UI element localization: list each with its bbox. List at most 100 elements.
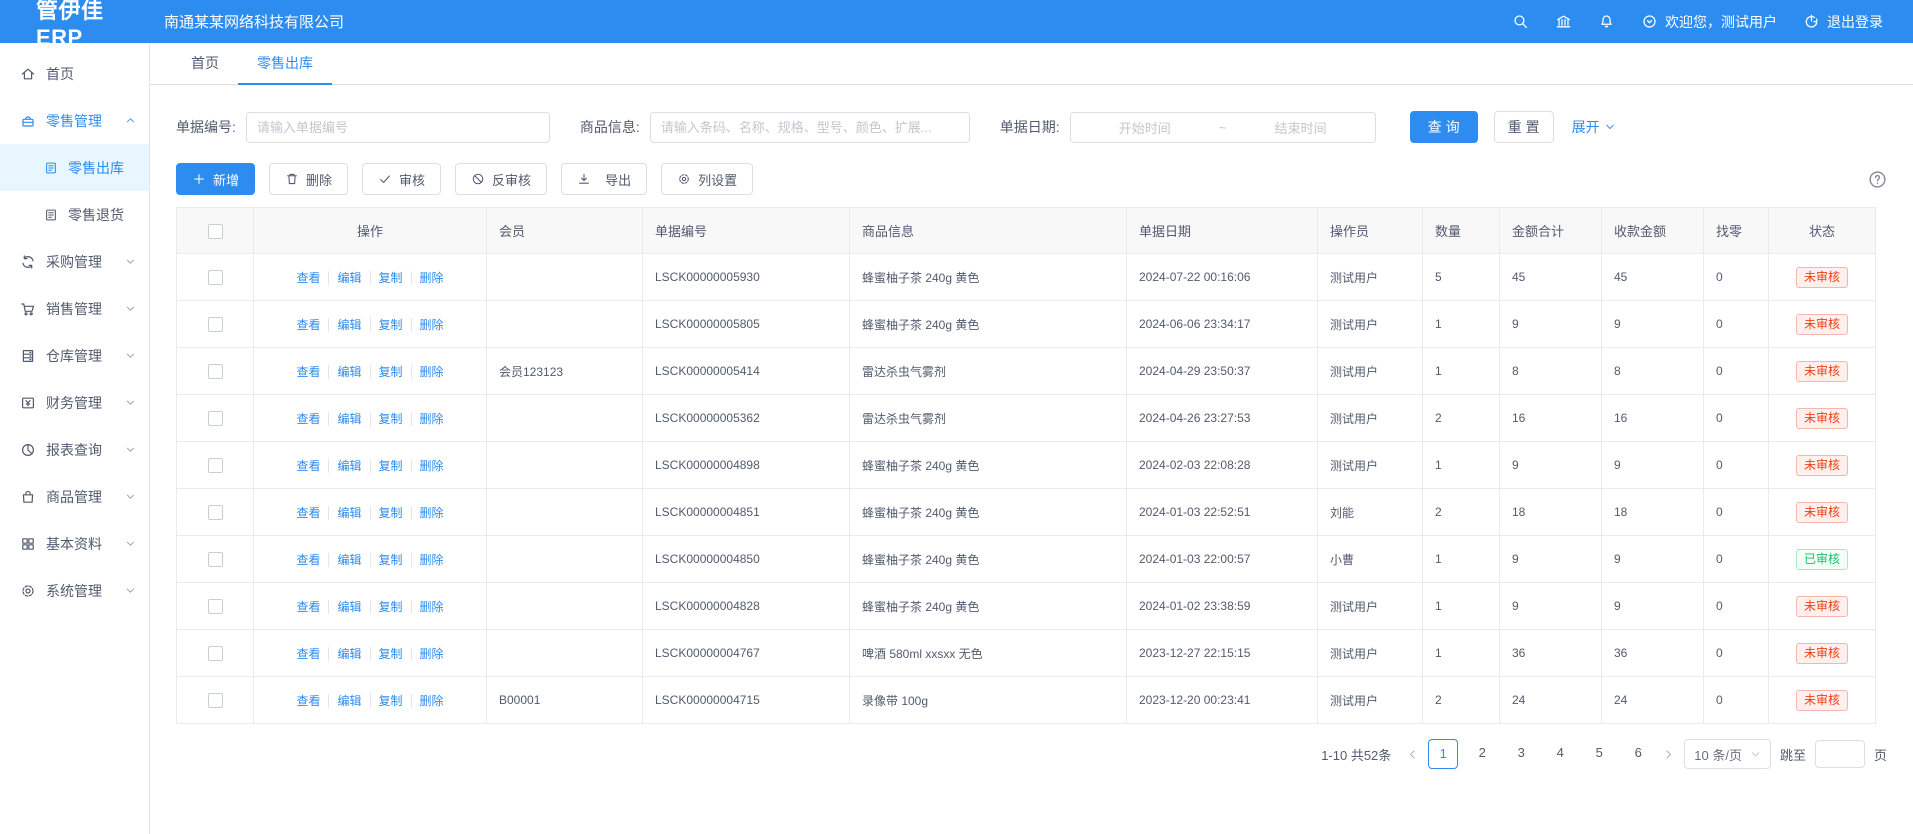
row-actions: 查看编辑复制删除	[254, 301, 487, 348]
delete-link[interactable]: 删除	[411, 365, 452, 379]
delete-link[interactable]: 删除	[411, 412, 452, 426]
search-icon[interactable]	[1512, 13, 1529, 30]
page-button[interactable]: 5	[1584, 739, 1614, 769]
copy-link[interactable]: 复制	[370, 553, 411, 567]
export-button[interactable]: 导出	[561, 163, 647, 195]
bank-icon[interactable]	[1555, 13, 1572, 30]
page-button[interactable]: 2	[1467, 739, 1497, 769]
row-checkbox[interactable]	[208, 270, 223, 285]
view-link[interactable]: 查看	[288, 271, 328, 285]
sidebar-item-report-query[interactable]: 报表查询	[0, 426, 149, 473]
delete-link[interactable]: 删除	[411, 647, 452, 661]
view-link[interactable]: 查看	[288, 459, 328, 473]
copy-link[interactable]: 复制	[370, 506, 411, 520]
edit-link[interactable]: 编辑	[328, 647, 369, 661]
row-checkbox[interactable]	[208, 552, 223, 567]
cell-paid: 9	[1602, 536, 1704, 583]
delete-link[interactable]: 删除	[411, 553, 452, 567]
sidebar-item-system-mgmt[interactable]: 系统管理	[0, 567, 149, 614]
edit-link[interactable]: 编辑	[328, 412, 369, 426]
user-menu[interactable]: 欢迎您，测试用户	[1641, 12, 1777, 32]
add-button[interactable]: 新增	[176, 163, 255, 195]
date-range-picker[interactable]: 开始时间 ~ 结束时间	[1070, 112, 1376, 143]
delete-link[interactable]: 删除	[411, 694, 452, 708]
row-checkbox[interactable]	[208, 505, 223, 520]
sidebar-item-retail-mgmt[interactable]: 零售管理	[0, 97, 149, 144]
delete-link[interactable]: 删除	[411, 271, 452, 285]
view-link[interactable]: 查看	[288, 318, 328, 332]
order-no-input[interactable]	[246, 112, 550, 143]
edit-link[interactable]: 编辑	[328, 365, 369, 379]
jump-page-input[interactable]	[1815, 740, 1865, 768]
copy-link[interactable]: 复制	[370, 412, 411, 426]
audit-button[interactable]: 审核	[362, 163, 441, 195]
sidebar-item-warehouse-mgmt[interactable]: 仓库管理	[0, 332, 149, 379]
delete-link[interactable]: 删除	[411, 506, 452, 520]
cell-amount: 9	[1500, 442, 1602, 489]
copy-link[interactable]: 复制	[370, 694, 411, 708]
page-button[interactable]: 4	[1545, 739, 1575, 769]
row-actions: 查看编辑复制删除	[254, 630, 487, 677]
sidebar-item-home[interactable]: 首页	[0, 50, 149, 97]
view-link[interactable]: 查看	[288, 412, 328, 426]
sidebar-item-sales-mgmt[interactable]: 销售管理	[0, 285, 149, 332]
product-info-input[interactable]	[650, 112, 970, 143]
edit-link[interactable]: 编辑	[328, 694, 369, 708]
status-badge: 未审核	[1796, 267, 1848, 288]
bell-icon[interactable]	[1598, 13, 1615, 30]
copy-link[interactable]: 复制	[370, 271, 411, 285]
view-link[interactable]: 查看	[288, 694, 328, 708]
column-settings-button[interactable]: 列设置	[661, 163, 753, 195]
copy-link[interactable]: 复制	[370, 647, 411, 661]
help-icon[interactable]	[1868, 170, 1887, 189]
search-button[interactable]: 查询	[1410, 111, 1478, 143]
page-button[interactable]: 3	[1506, 739, 1536, 769]
edit-link[interactable]: 编辑	[328, 506, 369, 520]
row-checkbox[interactable]	[208, 411, 223, 426]
view-link[interactable]: 查看	[288, 600, 328, 614]
delete-button[interactable]: 删除	[269, 163, 348, 195]
edit-link[interactable]: 编辑	[328, 553, 369, 567]
sidebar-item-finance-mgmt[interactable]: 财务管理	[0, 379, 149, 426]
unaudit-button[interactable]: 反审核	[455, 163, 547, 195]
row-checkbox[interactable]	[208, 458, 223, 473]
row-checkbox[interactable]	[208, 693, 223, 708]
row-actions: 查看编辑复制删除	[254, 536, 487, 583]
prev-page-icon[interactable]	[1406, 748, 1419, 761]
delete-link[interactable]: 删除	[411, 600, 452, 614]
view-link[interactable]: 查看	[288, 365, 328, 379]
copy-link[interactable]: 复制	[370, 318, 411, 332]
page-button[interactable]: 6	[1623, 739, 1653, 769]
tab-home[interactable]: 首页	[172, 43, 238, 85]
row-checkbox[interactable]	[208, 599, 223, 614]
edit-link[interactable]: 编辑	[328, 600, 369, 614]
sidebar-item-basic-data[interactable]: 基本资料	[0, 520, 149, 567]
logout-label: 退出登录	[1827, 12, 1883, 32]
expand-link[interactable]: 展开	[1572, 117, 1616, 137]
logout-button[interactable]: 退出登录	[1803, 12, 1883, 32]
edit-link[interactable]: 编辑	[328, 459, 369, 473]
sidebar-item-purchase-mgmt[interactable]: 采购管理	[0, 238, 149, 285]
row-checkbox[interactable]	[208, 317, 223, 332]
delete-link[interactable]: 删除	[411, 318, 452, 332]
sidebar-item-product-mgmt[interactable]: 商品管理	[0, 473, 149, 520]
delete-link[interactable]: 删除	[411, 459, 452, 473]
edit-link[interactable]: 编辑	[328, 318, 369, 332]
sidebar-item-retail-outbound[interactable]: 零售出库	[0, 144, 149, 191]
row-checkbox[interactable]	[208, 364, 223, 379]
next-page-icon[interactable]	[1662, 748, 1675, 761]
reset-button[interactable]: 重置	[1494, 111, 1554, 143]
copy-link[interactable]: 复制	[370, 365, 411, 379]
copy-link[interactable]: 复制	[370, 459, 411, 473]
view-link[interactable]: 查看	[288, 553, 328, 567]
tab-retail-outbound[interactable]: 零售出库	[238, 43, 332, 85]
view-link[interactable]: 查看	[288, 647, 328, 661]
page-size-select[interactable]: 10 条/页	[1684, 739, 1771, 769]
edit-link[interactable]: 编辑	[328, 271, 369, 285]
row-checkbox[interactable]	[208, 646, 223, 661]
select-all-checkbox[interactable]	[208, 224, 223, 239]
view-link[interactable]: 查看	[288, 506, 328, 520]
page-button[interactable]: 1	[1428, 739, 1458, 769]
sidebar-item-retail-return[interactable]: 零售退货	[0, 191, 149, 238]
copy-link[interactable]: 复制	[370, 600, 411, 614]
